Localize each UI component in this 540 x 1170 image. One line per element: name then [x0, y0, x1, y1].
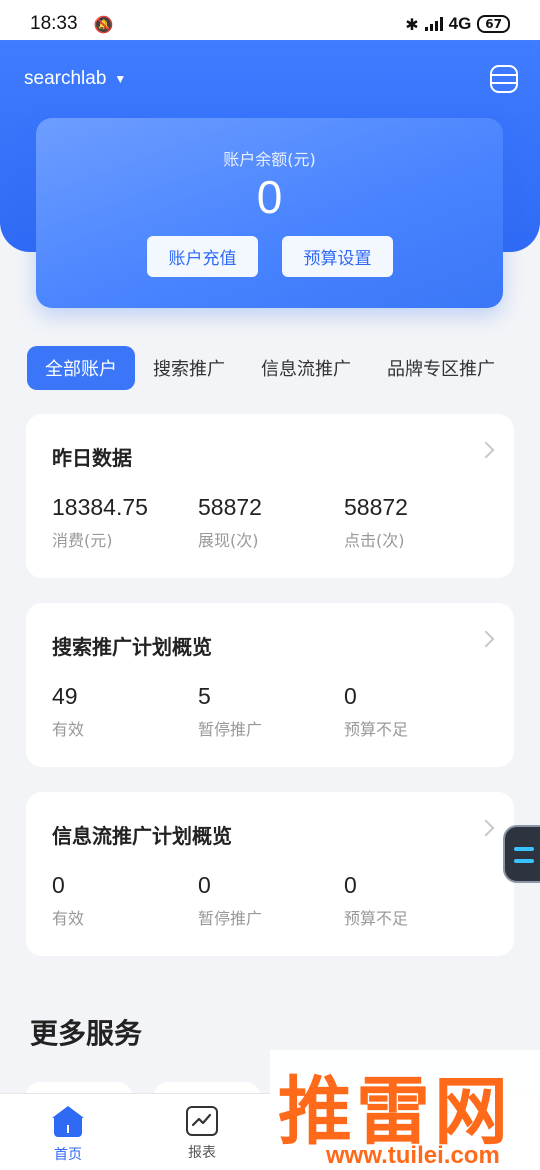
status-icons: ✱ 4G 67 [405, 14, 510, 34]
stat-label: 消费(元) [52, 531, 113, 550]
account-tabs: 全部账户 搜索推广 信息流推广 品牌专区推广 [27, 345, 540, 391]
stat-budget-insufficient: 0 预算不足 [344, 872, 408, 929]
battery-icon: 67 [477, 15, 510, 33]
stat-label: 有效 [52, 909, 85, 928]
stat-active: 49 有效 [52, 683, 84, 740]
card-title: 搜索推广计划概览 [52, 635, 212, 659]
nav-report-label: 报表 [188, 1145, 216, 1161]
watermark: 推雷网 www.tuilei.com [270, 1050, 540, 1170]
balance-card: 账户余额(元) 0 账户充值 预算设置 [36, 118, 503, 308]
stat-value: 58872 [344, 494, 408, 520]
stat-value: 18384.75 [52, 494, 148, 520]
tab-brand-zone[interactable]: 品牌专区推广 [369, 346, 513, 390]
floating-assistant-widget[interactable] [503, 825, 540, 883]
account-name: searchlab [24, 68, 107, 89]
status-time: 18:33 [30, 13, 78, 34]
stat-value: 0 [344, 872, 357, 898]
stat-clicks: 58872 点击(次) [344, 494, 408, 551]
watermark-url: www.tuilei.com [326, 1142, 500, 1169]
stat-paused: 5 暂停推广 [198, 683, 262, 740]
stat-value: 58872 [198, 494, 262, 520]
caret-down-icon: ▼ [114, 72, 127, 86]
tab-all-accounts[interactable]: 全部账户 [27, 346, 135, 390]
recharge-button[interactable]: 账户充值 [147, 236, 258, 277]
stat-active: 0 有效 [52, 872, 84, 929]
stat-label: 展现(次) [198, 531, 259, 550]
chevron-right-icon [477, 630, 495, 648]
card-title: 信息流推广计划概览 [52, 824, 232, 848]
stat-label: 点击(次) [344, 531, 405, 550]
bluetooth-icon: ✱ [405, 14, 419, 34]
card-title: 昨日数据 [52, 446, 132, 470]
stat-value: 0 [52, 872, 65, 898]
menu-icon[interactable] [490, 65, 518, 93]
stat-cost: 18384.75 消费(元) [52, 494, 148, 551]
stat-label: 有效 [52, 720, 85, 739]
feed-plan-overview-card[interactable]: 信息流推广计划概览 0 有效 0 暂停推广 0 预算不足 [26, 792, 514, 956]
budget-settings-button[interactable]: 预算设置 [282, 236, 393, 277]
chevron-right-icon [477, 819, 495, 837]
nav-home-label: 首页 [54, 1147, 82, 1163]
nav-home[interactable]: 首页 [28, 1106, 108, 1164]
chevron-right-icon [477, 441, 495, 459]
nav-report[interactable]: 报表 [162, 1106, 242, 1162]
stat-label: 预算不足 [344, 909, 409, 928]
tab-search-promotion[interactable]: 搜索推广 [135, 346, 243, 390]
account-switcher[interactable]: searchlab ▼ [24, 68, 126, 90]
yesterday-data-card[interactable]: 昨日数据 18384.75 消费(元) 58872 展现(次) 58872 点击… [26, 414, 514, 578]
balance-value: 0 [256, 171, 283, 223]
balance-label: 账户余额(元) [223, 150, 316, 169]
stat-value: 49 [52, 683, 78, 709]
more-services-title: 更多服务 [30, 1017, 143, 1050]
stat-value: 0 [198, 872, 211, 898]
stat-budget-insufficient: 0 预算不足 [344, 683, 408, 740]
stat-label: 暂停推广 [198, 909, 263, 928]
home-icon [50, 1106, 86, 1138]
stat-paused: 0 暂停推广 [198, 872, 262, 929]
network-type: 4G [448, 14, 472, 33]
tab-feed-promotion[interactable]: 信息流推广 [243, 346, 369, 390]
stat-value: 0 [344, 683, 357, 709]
search-plan-overview-card[interactable]: 搜索推广计划概览 49 有效 5 暂停推广 0 预算不足 [26, 603, 514, 767]
stat-label: 预算不足 [344, 720, 409, 739]
signal-icon [424, 17, 443, 31]
report-chart-icon [186, 1106, 218, 1136]
stat-impressions: 58872 展现(次) [198, 494, 262, 551]
stat-value: 5 [198, 683, 211, 709]
bell-muted-icon: 🔕 [93, 14, 114, 34]
stat-label: 暂停推广 [198, 720, 263, 739]
